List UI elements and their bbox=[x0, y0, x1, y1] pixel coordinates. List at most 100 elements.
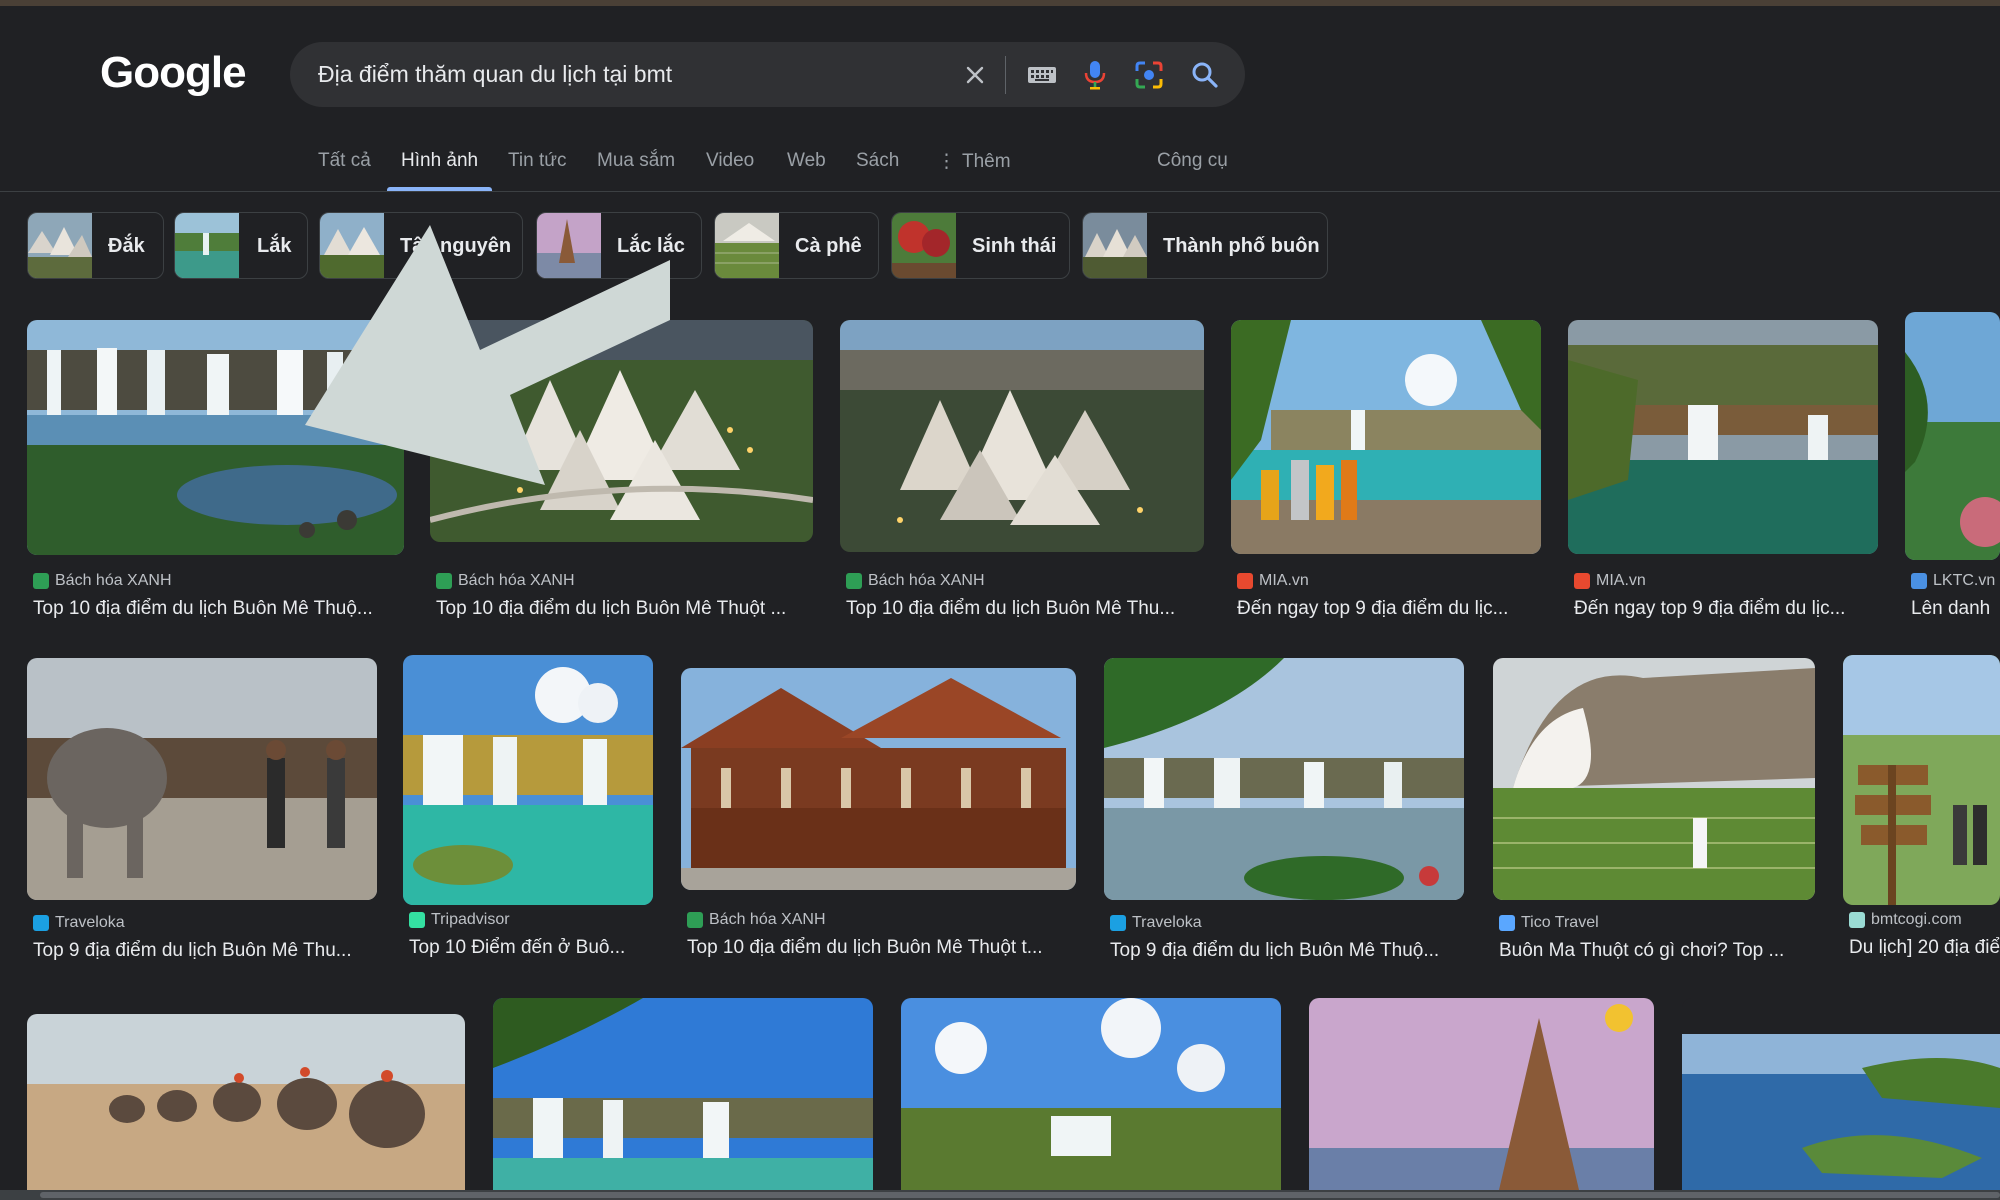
tools-button[interactable]: Công cụ bbox=[1157, 150, 1228, 172]
source-label: Bách hóa XANH bbox=[868, 572, 985, 589]
image-result[interactable] bbox=[1682, 998, 2000, 1190]
image-result[interactable]: LKTC.vn Lên danh bbox=[1905, 312, 2000, 625]
search-separator bbox=[1005, 56, 1006, 94]
image-result[interactable]: MIA.vn Đến ngay top 9 địa điểm du lịc... bbox=[1231, 320, 1541, 625]
traveloka-favicon-icon bbox=[1110, 915, 1126, 931]
result-source[interactable]: Traveloka bbox=[1110, 914, 1202, 932]
result-title[interactable]: Top 10 địa điểm du lịch Buôn Mê Thu... bbox=[846, 598, 1210, 620]
result-thumbnail[interactable] bbox=[1843, 655, 2000, 905]
tico-travel-favicon-icon bbox=[1499, 915, 1515, 931]
google-logo[interactable]: Google bbox=[100, 48, 247, 98]
chip-label: Đắk bbox=[108, 235, 145, 257]
close-icon[interactable] bbox=[958, 58, 992, 92]
chip-label: Cà phê bbox=[795, 235, 862, 257]
tab-video[interactable]: Video bbox=[706, 150, 754, 172]
result-source[interactable]: Traveloka bbox=[33, 914, 125, 932]
result-source[interactable]: Bách hóa XANH bbox=[846, 572, 985, 590]
source-label: bmtcogi.com bbox=[1871, 911, 1962, 928]
tab-web[interactable]: Web bbox=[787, 150, 826, 172]
overlay-arrow-icon bbox=[305, 225, 670, 485]
tab-more[interactable]: ⋮ Thêm bbox=[937, 150, 1011, 173]
keyboard-icon[interactable] bbox=[1025, 58, 1059, 92]
chip-dak[interactable]: Đắk bbox=[27, 212, 164, 279]
image-result[interactable]: Traveloka Top 9 địa điểm du lịch Buôn Mê… bbox=[27, 658, 377, 968]
result-thumbnail[interactable] bbox=[681, 668, 1076, 890]
source-label: Traveloka bbox=[55, 914, 125, 931]
image-result[interactable] bbox=[901, 998, 1281, 1190]
image-result[interactable] bbox=[493, 998, 873, 1190]
result-source[interactable]: LKTC.vn bbox=[1911, 572, 1995, 590]
search-icon[interactable] bbox=[1188, 58, 1222, 92]
result-title[interactable]: Đến ngay top 9 địa điểm du lịc... bbox=[1574, 598, 1874, 620]
tab-books[interactable]: Sách bbox=[856, 150, 899, 172]
result-source[interactable]: Bách hóa XANH bbox=[436, 572, 575, 590]
result-source[interactable]: Bách hóa XANH bbox=[687, 911, 826, 929]
chip-label: Sinh thái bbox=[972, 235, 1057, 257]
scrollbar-thumb[interactable] bbox=[40, 1192, 2000, 1198]
image-result[interactable]: bmtcogi.com Du lịch] 20 địa điể bbox=[1843, 655, 2000, 968]
search-box[interactable]: Địa điểm thăm quan du lịch tại bmt bbox=[290, 42, 1245, 107]
result-title[interactable]: Lên danh bbox=[1911, 598, 2000, 620]
traveloka-favicon-icon bbox=[33, 915, 49, 931]
result-thumbnail[interactable] bbox=[27, 1014, 465, 1190]
image-result[interactable]: Bách hóa XANH Top 10 địa điểm du lịch Bu… bbox=[681, 668, 1076, 968]
result-thumbnail[interactable] bbox=[1493, 658, 1815, 900]
bachhoaxanh-favicon-icon bbox=[33, 573, 49, 589]
source-label: MIA.vn bbox=[1259, 572, 1309, 589]
result-thumbnail[interactable] bbox=[1905, 312, 2000, 560]
result-thumbnail[interactable] bbox=[1682, 998, 2000, 1190]
result-thumbnail[interactable] bbox=[1309, 998, 1654, 1190]
result-source[interactable]: Tripadvisor bbox=[409, 911, 510, 929]
search-input[interactable]: Địa điểm thăm quan du lịch tại bmt bbox=[318, 61, 938, 88]
more-vert-icon: ⋮ bbox=[937, 151, 956, 172]
result-title[interactable]: Top 9 địa điểm du lịch Buôn Mê Thu... bbox=[33, 940, 383, 962]
result-thumbnail[interactable] bbox=[1231, 320, 1541, 554]
bachhoaxanh-favicon-icon bbox=[436, 573, 452, 589]
result-title[interactable]: Buôn Ma Thuột có gì chơi? Top ... bbox=[1499, 940, 1821, 962]
result-title[interactable]: Du lịch] 20 địa điể bbox=[1849, 937, 2000, 959]
source-label: LKTC.vn bbox=[1933, 572, 1996, 589]
chip-lak[interactable]: Lắk bbox=[174, 212, 308, 279]
image-result[interactable]: Bách hóa XANH Top 10 địa điểm du lịch Bu… bbox=[840, 320, 1204, 625]
image-result[interactable] bbox=[1309, 998, 1654, 1190]
result-thumbnail[interactable] bbox=[1104, 658, 1464, 900]
microphone-icon[interactable] bbox=[1078, 58, 1112, 92]
chip-thumbnail bbox=[715, 213, 779, 278]
tab-shopping[interactable]: Mua sắm bbox=[597, 150, 675, 172]
image-result[interactable]: Tripadvisor Top 10 Điểm đến ở Buô... bbox=[403, 655, 653, 968]
chip-ca-phe[interactable]: Cà phê bbox=[714, 212, 879, 279]
chip-thumbnail bbox=[175, 213, 239, 278]
chip-thumbnail bbox=[28, 213, 92, 278]
tab-all[interactable]: Tất cả bbox=[318, 150, 371, 172]
result-thumbnail[interactable] bbox=[493, 998, 873, 1190]
result-thumbnail[interactable] bbox=[403, 655, 653, 905]
chip-sinh-thai[interactable]: Sinh thái bbox=[891, 212, 1070, 279]
result-title[interactable]: Top 10 Điểm đến ở Buô... bbox=[409, 937, 659, 959]
result-source[interactable]: bmtcogi.com bbox=[1849, 911, 1962, 929]
result-title[interactable]: Top 9 địa điểm du lịch Buôn Mê Thuộ... bbox=[1110, 940, 1470, 962]
chip-label: Lắk bbox=[257, 235, 292, 257]
result-source[interactable]: Tico Travel bbox=[1499, 914, 1599, 932]
image-result[interactable]: MIA.vn Đến ngay top 9 địa điểm du lịc... bbox=[1568, 320, 1878, 625]
result-thumbnail[interactable] bbox=[27, 658, 377, 900]
result-thumbnail[interactable] bbox=[1568, 320, 1878, 554]
image-result[interactable] bbox=[27, 1014, 465, 1190]
lens-icon[interactable] bbox=[1132, 58, 1166, 92]
tab-news[interactable]: Tin tức bbox=[508, 150, 566, 172]
result-thumbnail[interactable] bbox=[901, 998, 1281, 1190]
result-title[interactable]: Đến ngay top 9 địa điểm du lịc... bbox=[1237, 598, 1537, 620]
result-source[interactable]: Bách hóa XANH bbox=[33, 572, 172, 590]
result-title[interactable]: Top 10 địa điểm du lịch Buôn Mê Thuột ..… bbox=[436, 598, 819, 620]
tab-images[interactable]: Hình ảnh bbox=[401, 150, 478, 172]
lktc-favicon-icon bbox=[1911, 573, 1927, 589]
result-title[interactable]: Top 10 địa điểm du lịch Buôn Mê Thuột t.… bbox=[687, 937, 1082, 959]
result-thumbnail[interactable] bbox=[840, 320, 1204, 552]
image-result[interactable]: Tico Travel Buôn Ma Thuột có gì chơi? To… bbox=[1493, 658, 1815, 968]
chip-thanh-pho-buon[interactable]: Thành phố buôn bbox=[1082, 212, 1328, 279]
horizontal-scrollbar[interactable] bbox=[0, 1190, 2000, 1200]
bachhoaxanh-favicon-icon bbox=[687, 912, 703, 928]
result-source[interactable]: MIA.vn bbox=[1237, 572, 1309, 590]
result-title[interactable]: Top 10 địa điểm du lịch Buôn Mê Thuộ... bbox=[33, 598, 410, 620]
result-source[interactable]: MIA.vn bbox=[1574, 572, 1646, 590]
image-result[interactable]: Traveloka Top 9 địa điểm du lịch Buôn Mê… bbox=[1104, 658, 1464, 968]
